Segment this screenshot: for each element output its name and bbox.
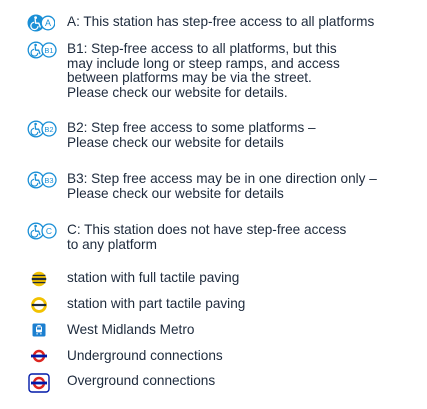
- svg-text:B1: B1: [44, 46, 53, 55]
- legend-text: Overground connections: [67, 373, 216, 388]
- svg-text:C: C: [46, 226, 52, 236]
- full-tactile-paving-icon: [31, 271, 47, 287]
- west-midlands-metro-icon: [32, 323, 46, 337]
- legend-text: station with part tactile paving: [67, 296, 246, 311]
- accessibility-legend: A A: This station has step-free access t…: [0, 0, 427, 409]
- step-free-c-icon: C: [27, 222, 57, 240]
- svg-text:A: A: [45, 18, 51, 28]
- legend-text: West Midlands Metro: [67, 322, 195, 337]
- legend-text: Underground connections: [67, 348, 223, 363]
- legend-text: A: This station has step-free access to …: [67, 14, 375, 29]
- step-free-b2-icon: B2: [27, 120, 57, 138]
- step-free-a-icon: A: [27, 14, 55, 32]
- step-free-b1-icon: B1: [27, 41, 57, 59]
- overground-roundel-icon: [28, 373, 50, 393]
- underground-roundel-icon: [31, 349, 47, 363]
- step-free-b3-icon: B3: [27, 171, 57, 189]
- part-tactile-paving-icon: [31, 297, 47, 313]
- svg-text:B2: B2: [44, 125, 53, 134]
- legend-text: B3: Step free access may be in one direc…: [67, 171, 377, 201]
- legend-text: station with full tactile paving: [67, 270, 240, 285]
- legend-text: C: This station does not have step-free …: [67, 222, 347, 252]
- legend-text: B2: Step free access to some platforms –…: [67, 120, 316, 150]
- legend-text: B1: Step-free access to all platforms, b…: [67, 41, 340, 100]
- svg-text:B3: B3: [44, 176, 53, 185]
